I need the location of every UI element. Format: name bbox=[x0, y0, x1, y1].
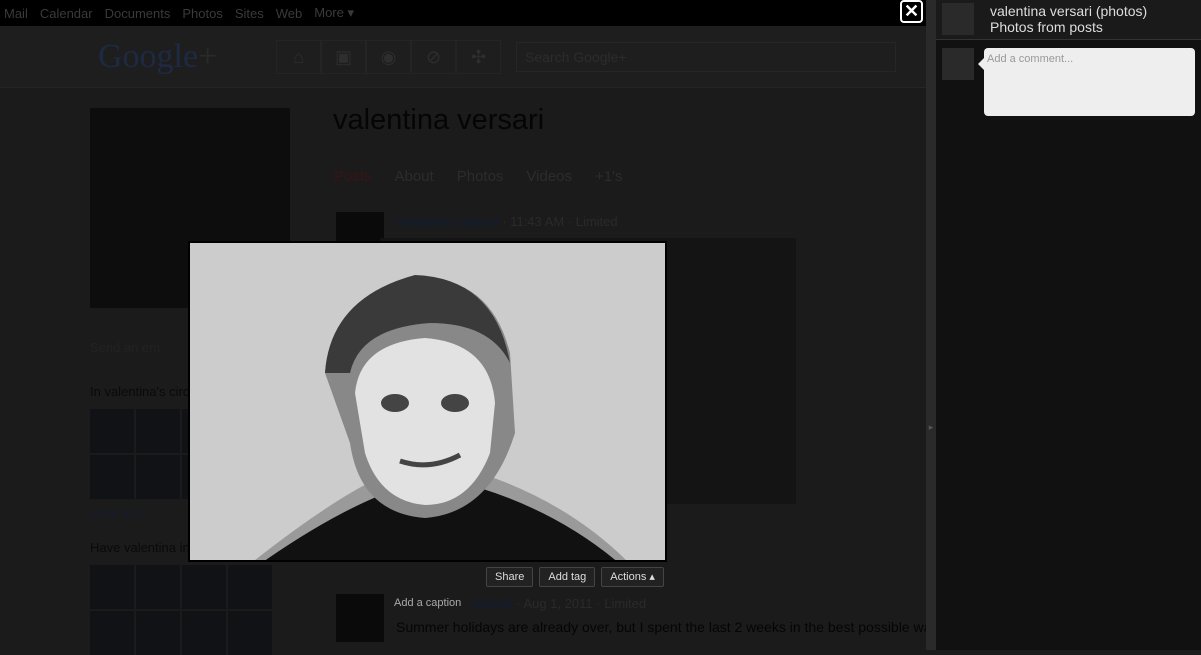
actions-button[interactable]: Actions ▴ bbox=[601, 567, 664, 587]
avatar[interactable] bbox=[942, 3, 974, 35]
circle-thumb[interactable] bbox=[90, 611, 134, 655]
profile-tabs: Posts About Photos Videos +1's bbox=[334, 168, 622, 185]
circle-thumb[interactable] bbox=[136, 611, 180, 655]
have-in-circles-thumbs bbox=[90, 565, 272, 655]
profile-icon[interactable]: ◉ bbox=[366, 40, 411, 74]
logo-plus: + bbox=[198, 38, 218, 75]
view-all-link[interactable]: View all > bbox=[90, 506, 146, 521]
topbar-sites[interactable]: Sites bbox=[235, 6, 264, 21]
topbar-web[interactable]: Web bbox=[276, 6, 303, 21]
add-caption-field[interactable]: Add a caption bbox=[394, 597, 461, 609]
topbar-mail[interactable]: Mail bbox=[4, 6, 28, 21]
circle-thumb[interactable] bbox=[182, 611, 226, 655]
post-visibility[interactable]: Limited bbox=[604, 596, 646, 611]
chevron-right-icon: ▸ bbox=[928, 422, 934, 432]
have-in-circles-heading: Have valentina in bbox=[90, 540, 190, 555]
album-title[interactable]: valentina versari (photos) bbox=[990, 3, 1147, 19]
portrait-image bbox=[255, 275, 626, 560]
tab-about[interactable]: About bbox=[395, 168, 434, 185]
topbar-calendar[interactable]: Calendar bbox=[40, 6, 93, 21]
panel-resize-handle[interactable]: ▸ bbox=[926, 0, 936, 650]
circle-thumb[interactable] bbox=[90, 455, 134, 499]
circle-thumb[interactable] bbox=[90, 409, 134, 453]
tab-videos[interactable]: Videos bbox=[526, 168, 572, 185]
send-email-link[interactable]: Send an em bbox=[90, 340, 160, 355]
share-button[interactable]: Share bbox=[486, 567, 534, 587]
tab-photos[interactable]: Photos bbox=[457, 168, 504, 185]
circles-icon[interactable]: ⊘ bbox=[411, 40, 456, 74]
post-text: Summer holidays are already over, but I … bbox=[396, 619, 951, 635]
topbar-documents[interactable]: Documents bbox=[105, 6, 171, 21]
topbar-photos[interactable]: Photos bbox=[182, 6, 222, 21]
viewer-photo[interactable] bbox=[188, 241, 667, 562]
logo-text: Google bbox=[98, 38, 199, 75]
post-time[interactable]: Aug 1, 2011 bbox=[524, 596, 593, 611]
post-author[interactable]: versari bbox=[470, 596, 513, 611]
photos-icon[interactable]: ▣ bbox=[321, 40, 366, 74]
circle-thumb[interactable] bbox=[136, 455, 180, 499]
post-meta: valentina versari · 11:43 AM · Limited bbox=[396, 214, 618, 229]
comment-panel: valentina versari (photos) Photos from p… bbox=[936, 0, 1201, 650]
viewer-actions: Share Add tag Actions ▴ bbox=[486, 567, 664, 587]
post-meta: versari · Aug 1, 2011 · Limited bbox=[470, 596, 647, 611]
avatar[interactable] bbox=[336, 594, 384, 642]
tab-plusones[interactable]: +1's bbox=[595, 168, 622, 185]
circle-thumb[interactable] bbox=[136, 565, 180, 609]
tab-posts[interactable]: Posts bbox=[334, 168, 372, 185]
home-icon[interactable]: ⌂ bbox=[276, 40, 321, 74]
avatar bbox=[942, 48, 974, 80]
nav-icons: ⌂ ▣ ◉ ⊘ ✣ bbox=[276, 40, 501, 74]
google-top-bar: Mail Calendar Documents Photos Sites Web… bbox=[0, 0, 936, 26]
circle-thumb[interactable] bbox=[228, 611, 272, 655]
games-icon[interactable]: ✣ bbox=[456, 40, 501, 74]
circle-thumb[interactable] bbox=[228, 565, 272, 609]
profile-name: valentina versari bbox=[333, 104, 545, 136]
post-time[interactable]: 11:43 AM bbox=[510, 214, 564, 229]
add-tag-button[interactable]: Add tag bbox=[539, 567, 596, 587]
comment-input[interactable]: Add a comment... bbox=[978, 48, 1195, 116]
post-visibility[interactable]: Limited bbox=[576, 214, 618, 229]
circle-thumb[interactable] bbox=[182, 565, 226, 609]
close-icon[interactable]: ✕ bbox=[900, 0, 923, 23]
panel-title: valentina versari (photos) Photos from p… bbox=[990, 3, 1147, 35]
circle-thumb[interactable] bbox=[90, 565, 134, 609]
search-input[interactable]: Search Google+ bbox=[516, 42, 896, 72]
in-circles-heading: In valentina's circ bbox=[90, 384, 190, 399]
post-author[interactable]: valentina versari bbox=[396, 214, 499, 229]
google-plus-logo[interactable]: Google+ bbox=[98, 38, 217, 76]
panel-header: valentina versari (photos) Photos from p… bbox=[936, 0, 1201, 40]
circle-thumb[interactable] bbox=[136, 409, 180, 453]
topbar-more[interactable]: More ▾ bbox=[314, 5, 354, 21]
album-subtitle[interactable]: Photos from posts bbox=[990, 19, 1147, 35]
